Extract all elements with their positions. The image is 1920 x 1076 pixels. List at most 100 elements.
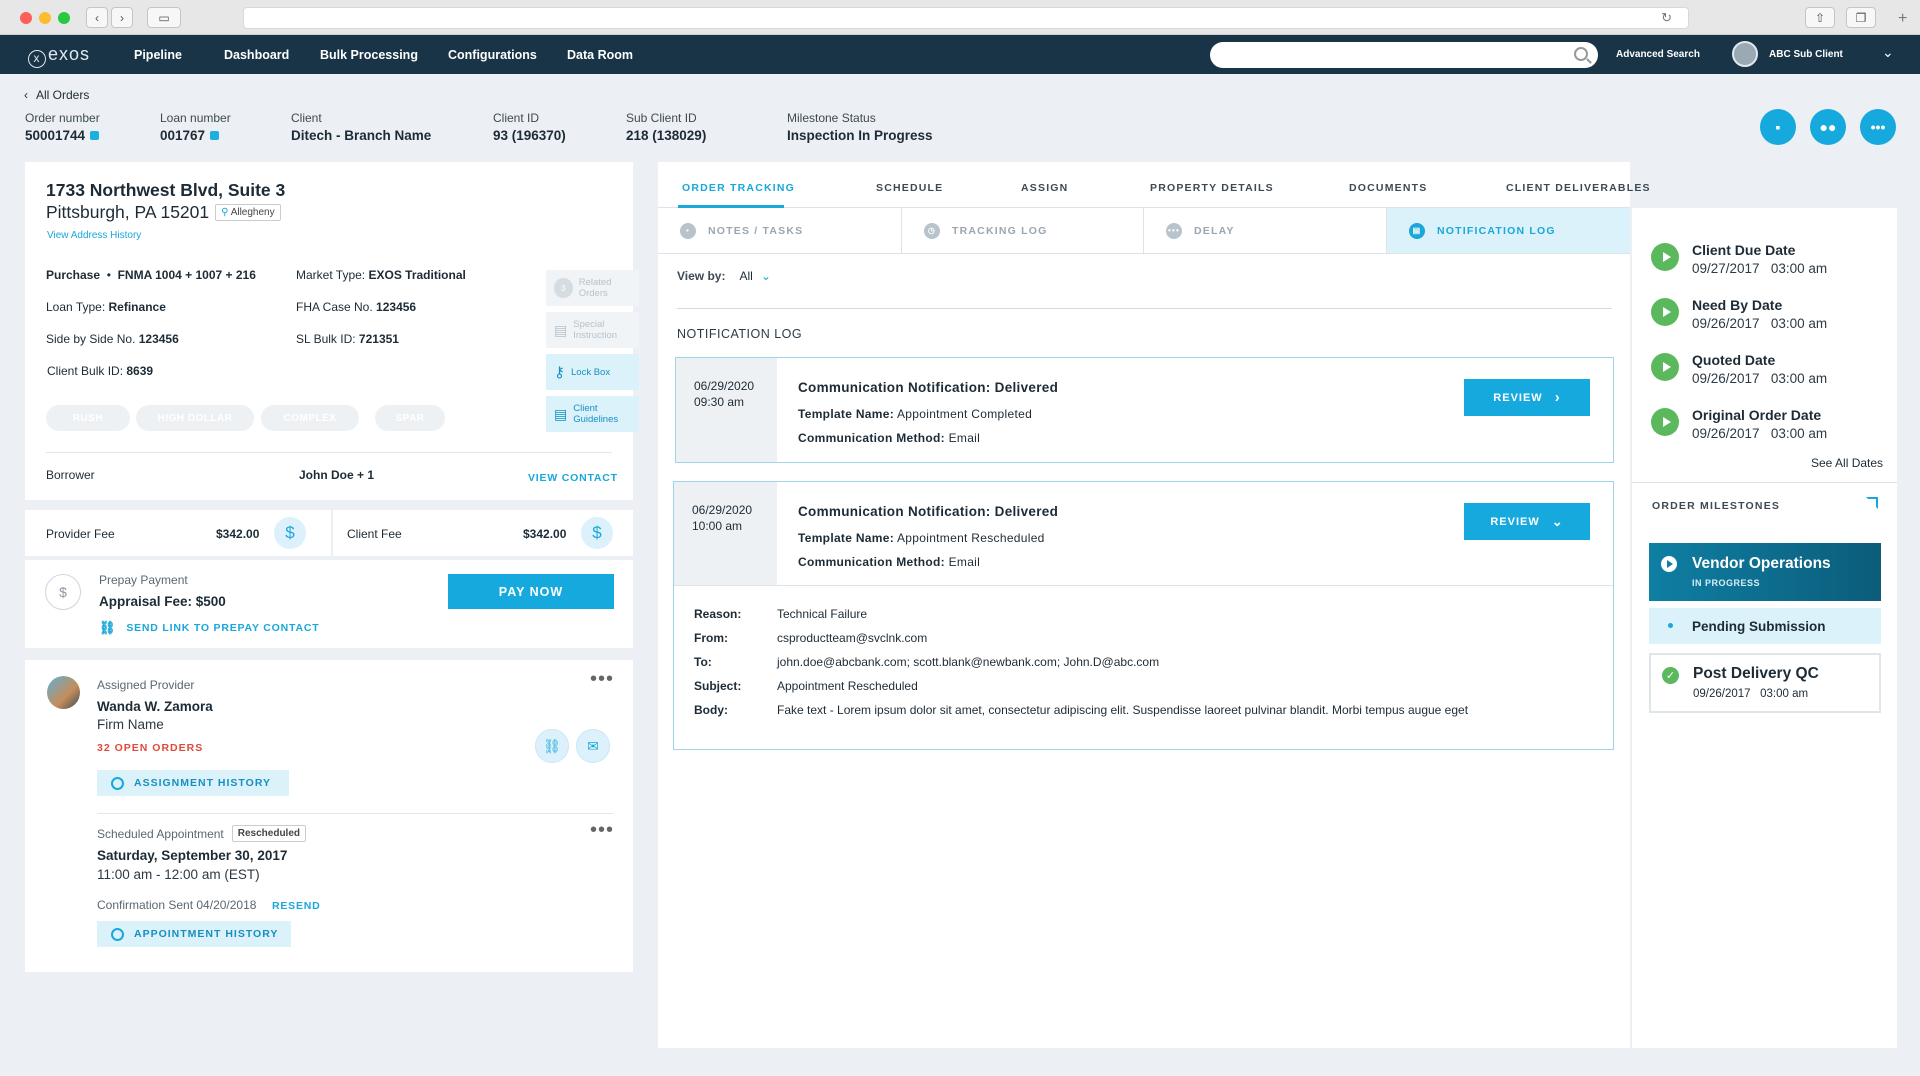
template-label: Template Name: bbox=[798, 531, 895, 545]
more-options-icon[interactable]: ••• bbox=[1860, 109, 1896, 145]
exos-logo[interactable]: x exos bbox=[28, 44, 90, 68]
resend-link[interactable]: RESEND bbox=[272, 900, 321, 912]
appointment-time: 11:00 am - 12:00 am (EST) bbox=[97, 867, 260, 882]
complex-tag[interactable]: COMPLEX bbox=[261, 405, 359, 431]
tab-assign[interactable]: ASSIGN bbox=[1021, 182, 1068, 194]
reload-icon[interactable]: ↻ bbox=[1661, 10, 1672, 26]
sub-client-id-value: 218 (138029) bbox=[626, 128, 707, 143]
lock-box-button[interactable]: ⚷ Lock Box bbox=[546, 354, 639, 390]
app-navbar: x exos Pipeline Dashboard Bulk Processing… bbox=[0, 35, 1920, 74]
firm-name: Firm Name bbox=[97, 717, 164, 732]
mail-icon[interactable]: ✉ bbox=[576, 729, 610, 763]
nav-dashboard[interactable]: Dashboard bbox=[224, 48, 289, 62]
tab-schedule[interactable]: SCHEDULE bbox=[876, 182, 943, 194]
milestone-vendor-operations[interactable]: Vendor Operations IN PROGRESS bbox=[1649, 543, 1881, 601]
nav-bulk-processing[interactable]: Bulk Processing bbox=[320, 48, 418, 62]
tracking-log-label: TRACKING LOG bbox=[952, 224, 1048, 237]
link-icon[interactable]: ⛓ bbox=[535, 729, 569, 763]
client-guidelines-label: Client Guidelines bbox=[573, 403, 619, 425]
notes-icon[interactable]: ▪ bbox=[1760, 109, 1796, 145]
loan-type-label: Loan Type: bbox=[46, 300, 106, 314]
client-guidelines-button[interactable]: ▤ Client Guidelines bbox=[546, 396, 639, 432]
chevron-down-icon: ⌄ bbox=[760, 269, 771, 283]
assigned-provider-label: Assigned Provider bbox=[97, 678, 195, 692]
dollar-outline-icon: $ bbox=[45, 574, 81, 610]
tab-order-tracking[interactable]: ORDER TRACKING bbox=[682, 182, 795, 194]
dollar-icon[interactable]: $ bbox=[581, 517, 613, 549]
review-button[interactable]: REVIEW ⌄ bbox=[1464, 503, 1590, 540]
subtab-notification-log[interactable]: ▤ NOTIFICATION LOG bbox=[1387, 208, 1630, 253]
review-label: REVIEW bbox=[1493, 391, 1543, 404]
forms-value: FNMA 1004 + 1007 + 216 bbox=[117, 268, 256, 282]
flag-icon bbox=[1651, 408, 1679, 436]
spar-tag[interactable]: SPAR bbox=[375, 405, 445, 431]
chevron-down-icon[interactable]: ⌄ bbox=[1882, 44, 1894, 61]
send-link-button[interactable]: ⛓ SEND LINK TO PREPAY CONTACT bbox=[99, 620, 319, 636]
tab-client-deliverables[interactable]: CLIENT DELIVERABLES bbox=[1506, 182, 1651, 194]
loan-type-value: Refinance bbox=[108, 300, 166, 314]
logo-text: exos bbox=[48, 44, 91, 64]
nav-pipeline[interactable]: Pipeline bbox=[134, 48, 182, 62]
maximize-window-icon[interactable] bbox=[58, 12, 70, 24]
dollar-icon[interactable]: $ bbox=[274, 517, 306, 549]
key-icon: ⚷ bbox=[554, 364, 565, 381]
view-contact-link[interactable]: VIEW CONTACT bbox=[528, 472, 618, 484]
advanced-search-link[interactable]: Advanced Search bbox=[1616, 49, 1700, 60]
client-id-value: 93 (196370) bbox=[493, 128, 566, 143]
expand-icon[interactable] bbox=[1866, 497, 1878, 509]
new-tab-icon[interactable]: + bbox=[1898, 10, 1907, 28]
team-icon[interactable]: ●● bbox=[1810, 109, 1846, 145]
milestone-post-delivery-qc[interactable]: ✓ Post Delivery QC 09/26/2017 03:00 am bbox=[1649, 653, 1881, 713]
search-icon[interactable] bbox=[1574, 47, 1588, 61]
related-orders-button[interactable]: 3 Related Orders bbox=[546, 270, 639, 306]
share-icon[interactable]: ⇧ bbox=[1805, 7, 1835, 28]
subtab-delay[interactable]: ••• DELAY bbox=[1144, 208, 1387, 253]
more-dots-icon[interactable]: ••• bbox=[590, 669, 614, 689]
copy-icon[interactable] bbox=[210, 131, 220, 140]
tabs-icon[interactable]: ❐ bbox=[1846, 7, 1876, 28]
flag-icon bbox=[1651, 243, 1679, 271]
pay-now-button[interactable]: PAY NOW bbox=[448, 574, 614, 609]
forward-arrow-icon[interactable]: › bbox=[111, 7, 133, 28]
bulk-id-value: 8639 bbox=[126, 364, 154, 378]
subtab-tracking-log[interactable]: ◷ TRACKING LOG bbox=[902, 208, 1144, 253]
view-address-history-link[interactable]: View Address History bbox=[47, 230, 141, 241]
special-instruction-button[interactable]: ▤ Special Instruction bbox=[546, 312, 639, 348]
pending-submission-label: Pending Submission bbox=[1692, 619, 1826, 634]
nav-configurations[interactable]: Configurations bbox=[448, 48, 537, 62]
more-dots-icon[interactable]: ••• bbox=[590, 820, 614, 840]
review-button[interactable]: REVIEW › bbox=[1464, 379, 1590, 416]
subtab-notes-tasks[interactable]: ▪ NOTES / TASKS bbox=[658, 208, 902, 253]
chevron-right-icon: › bbox=[1554, 389, 1561, 406]
search-input[interactable] bbox=[1210, 42, 1598, 68]
provider-fee-value: $342.00 bbox=[216, 527, 260, 541]
see-all-dates-link[interactable]: See All Dates bbox=[1811, 456, 1883, 470]
back-arrow-icon[interactable]: ‹ bbox=[86, 7, 108, 28]
from-label: From: bbox=[694, 631, 728, 645]
tab-documents[interactable]: DOCUMENTS bbox=[1349, 182, 1427, 194]
clock-icon: ◷ bbox=[924, 222, 940, 239]
appointment-history-button[interactable]: APPOINTMENT HISTORY bbox=[97, 921, 291, 947]
original-order-date-value: 09/26/2017 03:00 am bbox=[1692, 426, 1828, 441]
notification-date: 06/29/2020 bbox=[694, 379, 755, 393]
copy-icon[interactable] bbox=[90, 131, 100, 140]
sidebar-toggle-icon[interactable]: ▭ bbox=[147, 7, 181, 28]
rescheduled-badge: Rescheduled bbox=[231, 825, 307, 842]
rush-tag[interactable]: RUSH bbox=[46, 405, 130, 431]
minimize-window-icon[interactable] bbox=[39, 12, 51, 24]
high-dollar-tag[interactable]: HIGH DOLLAR bbox=[136, 405, 254, 431]
assignment-history-button[interactable]: ASSIGNMENT HISTORY bbox=[97, 770, 289, 796]
spar-label: SPAR bbox=[395, 412, 425, 424]
user-name[interactable]: ABC Sub Client bbox=[1769, 49, 1843, 60]
url-bar[interactable]: ↻ bbox=[243, 7, 1689, 29]
milestone-pending-submission[interactable]: Pending Submission bbox=[1649, 608, 1881, 644]
order-milestones-title: ORDER MILESTONES bbox=[1652, 500, 1781, 512]
back-link[interactable]: ‹ All Orders bbox=[24, 88, 89, 102]
nav-data-room[interactable]: Data Room bbox=[567, 48, 633, 62]
tab-property-details[interactable]: PROPERTY DETAILS bbox=[1150, 182, 1274, 194]
loan-number-value: 001767 bbox=[160, 128, 206, 143]
close-window-icon[interactable] bbox=[20, 12, 32, 24]
view-by-select[interactable]: All ⌄ bbox=[739, 269, 770, 283]
sl-bulk-value: 721351 bbox=[358, 332, 399, 346]
user-avatar-icon[interactable] bbox=[1732, 41, 1758, 67]
